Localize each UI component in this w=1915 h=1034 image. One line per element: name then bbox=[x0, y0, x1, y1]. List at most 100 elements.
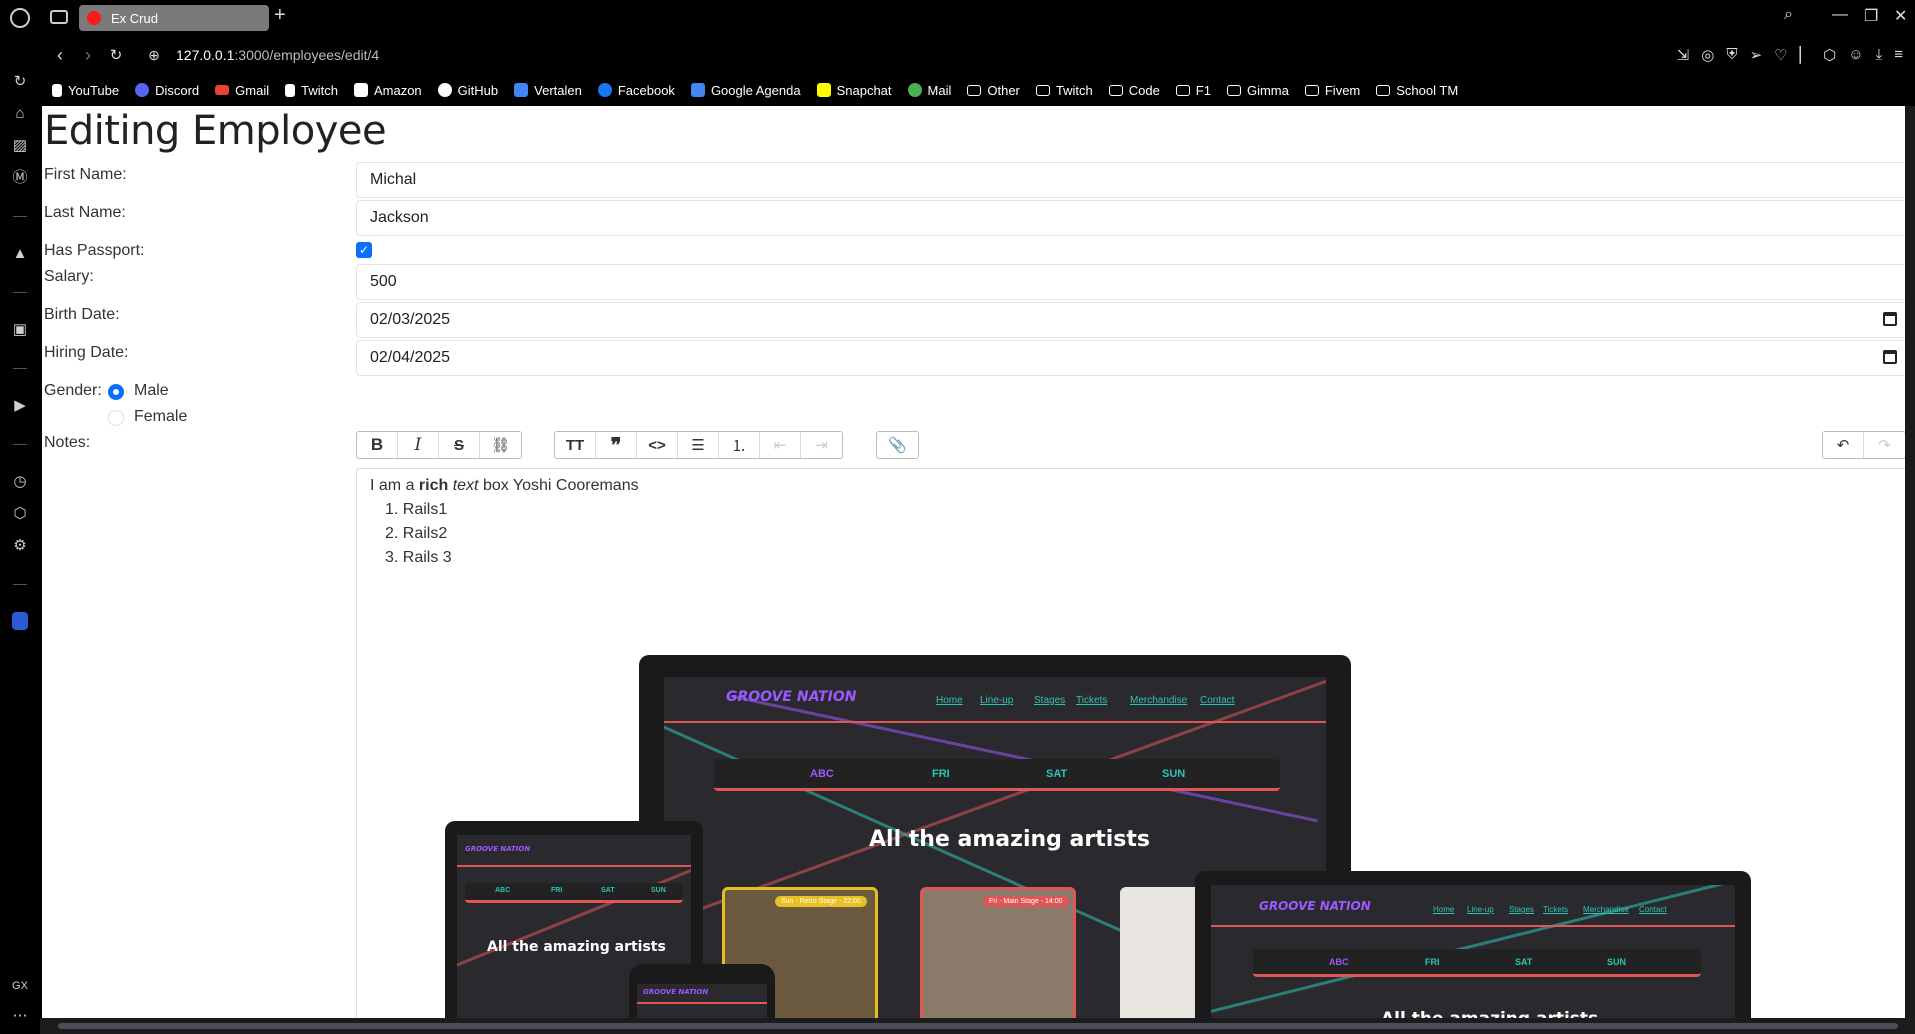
text-format-group: B I S ⛓ bbox=[356, 431, 522, 459]
hiring-date-value: 02/04/2025 bbox=[370, 349, 451, 366]
reload-icon[interactable]: ↻ bbox=[102, 46, 130, 64]
bullet-list-icon[interactable]: ☰ bbox=[678, 432, 719, 458]
menu-icon[interactable]: ≡ bbox=[1894, 46, 1903, 64]
new-tab-icon[interactable]: + bbox=[274, 4, 286, 27]
link-icon[interactable]: ⛓ bbox=[480, 432, 521, 458]
github-icon bbox=[437, 83, 452, 97]
mail-icon bbox=[907, 83, 922, 97]
maximize-icon[interactable]: ❐ bbox=[1864, 6, 1878, 26]
gx-label: GX bbox=[12, 980, 28, 992]
bookmark-mail[interactable]: Mail bbox=[907, 83, 951, 98]
has-passport-label: Has Passport: bbox=[44, 242, 145, 259]
folder-school-tm[interactable]: School TM bbox=[1376, 83, 1458, 98]
facebook-icon bbox=[597, 83, 612, 97]
site-info-icon[interactable]: ⊕ bbox=[140, 47, 168, 64]
profile-icon[interactable]: ☺ bbox=[1848, 46, 1863, 64]
wallpaper-icon[interactable]: ▨ bbox=[10, 136, 30, 156]
browser-titlebar: Ex Crud + ⌕ — ❐ ✕ bbox=[0, 0, 1915, 36]
minimize-icon[interactable]: — bbox=[1832, 6, 1848, 24]
browser-sidebar: ↻ ⌂ ▨ Ⓜ ▲ ▣ ▶ ◷ ⬡ ⚙ GX ⋯ bbox=[0, 36, 40, 1034]
birth-date-field[interactable]: 02/03/2025 bbox=[356, 302, 1905, 338]
first-name-field[interactable]: Michal bbox=[356, 162, 1905, 198]
italic-icon[interactable]: I bbox=[398, 432, 439, 458]
calendar-icon[interactable] bbox=[1883, 350, 1897, 364]
vertical-scrollbar[interactable] bbox=[1905, 106, 1915, 1018]
extensions-cube-icon[interactable]: ⬡ bbox=[10, 504, 30, 524]
shield-icon[interactable]: ⛨ bbox=[1726, 46, 1737, 64]
bold-icon[interactable]: B bbox=[357, 432, 398, 458]
twitch-sidebar-icon[interactable]: ▣ bbox=[10, 320, 30, 340]
bookmark-twitch[interactable]: Twitch bbox=[285, 83, 338, 98]
calendar-icon bbox=[690, 83, 705, 97]
tab-ex-crud[interactable]: Ex Crud bbox=[79, 5, 269, 31]
back-icon[interactable]: ‹ bbox=[46, 45, 74, 66]
bookmark-gmail[interactable]: Gmail bbox=[215, 83, 269, 98]
heart-icon[interactable]: ♡ bbox=[1774, 46, 1787, 64]
send-icon[interactable]: ➢ bbox=[1750, 46, 1763, 64]
player-icon[interactable]: ▶ bbox=[10, 396, 30, 416]
last-name-field[interactable]: Jackson bbox=[356, 200, 1905, 236]
bookmark-vertalen[interactable]: Vertalen bbox=[514, 83, 582, 98]
has-passport-checkbox[interactable]: ✓ bbox=[356, 242, 372, 258]
bookmark-discord[interactable]: Discord bbox=[135, 83, 199, 98]
strikethrough-icon[interactable]: S bbox=[439, 432, 480, 458]
aria-icon[interactable]: ▲ bbox=[10, 244, 30, 264]
mods-icon[interactable]: Ⓜ bbox=[10, 168, 30, 188]
clock-icon[interactable]: ◷ bbox=[10, 472, 30, 492]
download-icon[interactable]: ⤓ bbox=[1876, 46, 1883, 64]
settings-gear-icon[interactable]: ⚙ bbox=[10, 536, 30, 556]
gender-female-label: Female bbox=[134, 408, 188, 425]
folder-other[interactable]: Other bbox=[967, 83, 1020, 98]
file-tools-group: 📎 bbox=[876, 431, 919, 459]
folder-icon bbox=[1376, 84, 1391, 96]
bookmark-github[interactable]: GitHub bbox=[437, 83, 498, 98]
heading-icon[interactable]: TT bbox=[555, 432, 596, 458]
url-path: :3000/employees/edit/4 bbox=[234, 47, 380, 63]
salary-field[interactable]: 500 bbox=[356, 264, 1905, 300]
hiring-date-label: Hiring Date: bbox=[44, 344, 129, 361]
numbered-list-icon[interactable]: ⒈ bbox=[719, 432, 760, 458]
folder-icon bbox=[1226, 84, 1241, 96]
bitwarden-icon[interactable] bbox=[12, 612, 28, 630]
folder-fivem[interactable]: Fivem bbox=[1304, 83, 1360, 98]
url-field[interactable]: 127.0.0.1:3000/employees/edit/4 bbox=[176, 47, 379, 63]
calendar-icon[interactable] bbox=[1883, 312, 1897, 326]
opera-logo-icon[interactable] bbox=[10, 8, 30, 28]
notes-label: Notes: bbox=[44, 434, 91, 451]
cleaner-icon[interactable]: ⌂ bbox=[10, 104, 30, 124]
tab-island-icon[interactable] bbox=[50, 10, 68, 24]
forward-icon[interactable]: › bbox=[74, 45, 102, 66]
horizontal-scroll-thumb[interactable] bbox=[58, 1023, 1898, 1029]
redo-icon[interactable]: ↷ bbox=[1864, 432, 1905, 458]
snapshot-icon[interactable]: ◎ bbox=[1701, 46, 1714, 64]
undo-icon[interactable]: ↶ bbox=[1823, 432, 1864, 458]
easy-files-icon[interactable]: ⇲ bbox=[1677, 46, 1690, 64]
folder-twitch[interactable]: Twitch bbox=[1035, 83, 1093, 98]
more-options-icon[interactable]: ⋯ bbox=[10, 1006, 30, 1026]
bookmark-google-agenda[interactable]: Google Agenda bbox=[690, 83, 801, 98]
bookmark-facebook[interactable]: Facebook bbox=[597, 83, 675, 98]
gender-male-radio[interactable] bbox=[108, 384, 124, 400]
folder-f1[interactable]: F1 bbox=[1175, 83, 1211, 98]
gender-label: Gender: bbox=[44, 382, 102, 399]
hiring-date-field[interactable]: 02/04/2025 bbox=[356, 340, 1905, 376]
code-icon[interactable]: <> bbox=[637, 432, 678, 458]
address-bar: ‹ › ↻ ⊕ 127.0.0.1:3000/employees/edit/4 … bbox=[40, 36, 1915, 74]
attach-icon[interactable]: 📎 bbox=[877, 432, 918, 458]
search-tabs-icon[interactable]: ⌕ bbox=[1784, 6, 1793, 24]
close-window-icon[interactable]: ✕ bbox=[1894, 6, 1907, 26]
cube-icon[interactable]: ⬡ bbox=[1823, 46, 1836, 64]
folder-gimma[interactable]: Gimma bbox=[1226, 83, 1289, 98]
folder-code[interactable]: Code bbox=[1108, 83, 1160, 98]
bookmark-youtube[interactable]: YouTube bbox=[52, 83, 119, 98]
indent-icon[interactable]: ⇥ bbox=[801, 432, 842, 458]
gender-female-radio[interactable] bbox=[108, 410, 124, 426]
bookmark-snapchat[interactable]: Snapchat bbox=[816, 83, 892, 98]
translate-icon bbox=[514, 83, 529, 97]
outdent-icon[interactable]: ⇤ bbox=[760, 432, 801, 458]
bookmark-amazon[interactable]: Amazon bbox=[353, 83, 422, 98]
url-host: 127.0.0.1 bbox=[176, 47, 235, 63]
quote-icon[interactable]: ❞ bbox=[596, 432, 637, 458]
notes-editor[interactable]: I am a rich text box Yoshi Cooremans 1. … bbox=[356, 468, 1905, 1018]
history-refresh-icon[interactable]: ↻ bbox=[10, 72, 30, 92]
